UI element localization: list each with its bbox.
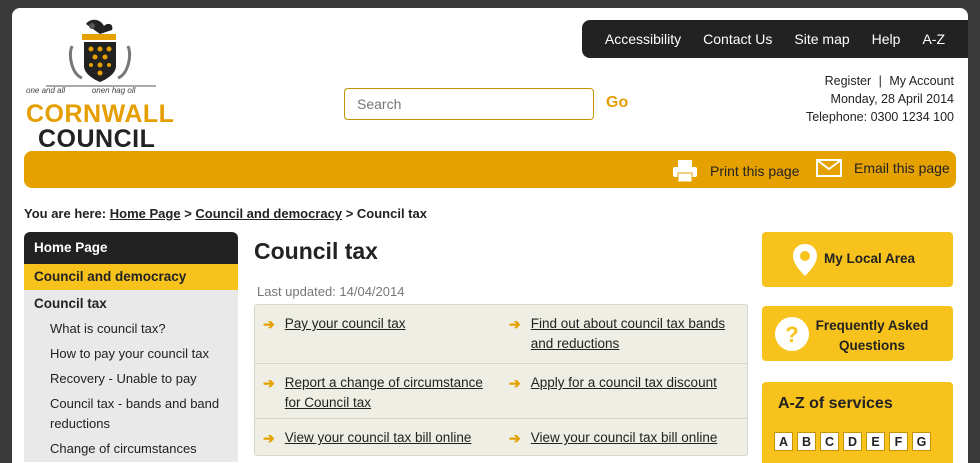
quick-links-row: ➔ Pay your council tax ➔ Find out about … — [255, 305, 747, 364]
search-input[interactable] — [344, 88, 594, 120]
arrow-right-icon: ➔ — [509, 430, 521, 446]
nav-site-map[interactable]: Site map — [783, 31, 860, 47]
arrow-right-icon: ➔ — [263, 430, 275, 446]
a-z-letter-d[interactable]: D — [843, 432, 862, 451]
quick-link: ➔ Find out about council tax bands and r… — [501, 305, 747, 363]
register-link[interactable]: Register — [825, 74, 872, 88]
sidebar-item-council-democracy[interactable]: Council and democracy — [24, 264, 238, 290]
telephone: Telephone: 0300 1234 100 — [805, 110, 954, 124]
a-z-letter-a[interactable]: A — [774, 432, 793, 451]
quick-links-panel: ➔ Pay your council tax ➔ Find out about … — [254, 304, 748, 456]
action-banner: Print this page Email this page — [24, 151, 956, 188]
breadcrumb-sep: > — [345, 206, 354, 221]
breadcrumb: You are here: Home Page > Council and de… — [24, 206, 427, 221]
breadcrumb-council-democracy[interactable]: Council and democracy — [195, 206, 342, 221]
link-view-bill-2[interactable]: View your council tax bill online — [531, 428, 718, 450]
arrow-right-icon: ➔ — [509, 375, 521, 391]
current-date: Monday, 28 April 2014 — [830, 92, 954, 106]
nav-accessibility[interactable]: Accessibility — [594, 31, 692, 47]
quick-link: ➔ Pay your council tax — [255, 305, 501, 363]
page-title: Council tax — [254, 238, 378, 264]
printer-icon — [673, 160, 697, 183]
breadcrumb-home[interactable]: Home Page — [110, 206, 181, 221]
crest-icon — [46, 19, 156, 87]
breadcrumb-sep: > — [184, 206, 192, 221]
quick-links-row: ➔ Report a change of circumstance for Co… — [255, 364, 747, 419]
a-z-letter-b[interactable]: B — [797, 432, 816, 451]
svg-text:?: ? — [785, 322, 798, 347]
quick-link: ➔ Apply for a council tax discount — [501, 364, 747, 418]
email-page-button[interactable]: Email this page — [816, 159, 950, 177]
page: one and all onen hag oll CORNWALL COUNCI… — [12, 8, 968, 463]
breadcrumb-prefix: You are here: — [24, 206, 107, 221]
arrow-right-icon: ➔ — [263, 375, 275, 391]
logo-motto: one and all onen hag oll — [26, 86, 136, 95]
arrow-right-icon: ➔ — [263, 316, 275, 332]
sidebar-item-what-is-council-tax[interactable]: What is council tax? — [24, 317, 238, 342]
nav-contact-us[interactable]: Contact Us — [692, 31, 783, 47]
quick-link: ➔ Report a change of circumstance for Co… — [255, 364, 501, 418]
link-bands-reductions[interactable]: Find out about council tax bands and red… — [531, 314, 739, 356]
account-info: Register | My Account Monday, 28 April 2… — [806, 72, 954, 126]
sidebar: Home Page Council and democracy Council … — [24, 232, 238, 462]
link-apply-discount[interactable]: Apply for a council tax discount — [531, 373, 717, 411]
quick-links-row: ➔ View your council tax bill online ➔ Vi… — [255, 419, 747, 457]
cornwall-council-logo[interactable]: one and all onen hag oll CORNWALL COUNCI… — [26, 16, 176, 153]
quick-link: ➔ View your council tax bill online — [501, 419, 747, 457]
a-z-letter-e[interactable]: E — [866, 432, 885, 451]
sidebar-item-council-tax[interactable]: Council tax — [24, 290, 238, 317]
top-navigation: Accessibility Contact Us Site map Help A… — [581, 20, 968, 58]
my-account-link[interactable]: My Account — [889, 74, 954, 88]
account-separator: | — [878, 74, 882, 88]
my-local-area-label: My Local Area — [824, 251, 916, 266]
print-label: Print this page — [710, 163, 800, 179]
a-z-services-panel: A-Z of services A B C D E F G — [762, 382, 953, 463]
my-local-area-button[interactable]: My Local Area — [762, 232, 953, 287]
logo-council: COUNCIL — [38, 125, 156, 153]
sidebar-item-change-circumstances[interactable]: Change of circumstances — [24, 437, 238, 462]
a-z-letter-grid: A B C D E F G — [774, 432, 931, 451]
print-page-button[interactable]: Print this page — [672, 159, 800, 183]
link-pay-council-tax[interactable]: Pay your council tax — [285, 314, 406, 356]
last-updated: Last updated: 14/04/2014 — [257, 284, 405, 299]
faq-label: Frequently Asked Questions — [815, 318, 929, 353]
sidebar-item-home[interactable]: Home Page — [24, 232, 238, 264]
quick-link: ➔ View your council tax bill online — [255, 419, 501, 457]
faq-button[interactable]: ? Frequently Asked Questions — [762, 306, 953, 361]
email-label: Email this page — [854, 160, 950, 176]
envelope-icon — [816, 159, 842, 177]
sidebar-item-how-to-pay[interactable]: How to pay your council tax — [24, 342, 238, 367]
a-z-letter-c[interactable]: C — [820, 432, 839, 451]
arrow-right-icon: ➔ — [509, 316, 521, 332]
nav-help[interactable]: Help — [861, 31, 912, 47]
map-pin-icon — [793, 244, 817, 276]
a-z-letter-f[interactable]: F — [889, 432, 908, 451]
a-z-title: A-Z of services — [778, 395, 893, 412]
a-z-letter-g[interactable]: G — [912, 432, 931, 451]
nav-a-z[interactable]: A-Z — [911, 31, 956, 47]
link-view-bill-1[interactable]: View your council tax bill online — [285, 428, 472, 450]
sidebar-item-bands[interactable]: Council tax - bands and band reductions — [24, 392, 238, 437]
breadcrumb-current: Council tax — [356, 206, 427, 221]
search-go-button[interactable]: Go — [606, 94, 628, 112]
link-report-change[interactable]: Report a change of circumstance for Coun… — [285, 373, 493, 411]
sidebar-item-recovery[interactable]: Recovery - Unable to pay — [24, 367, 238, 392]
